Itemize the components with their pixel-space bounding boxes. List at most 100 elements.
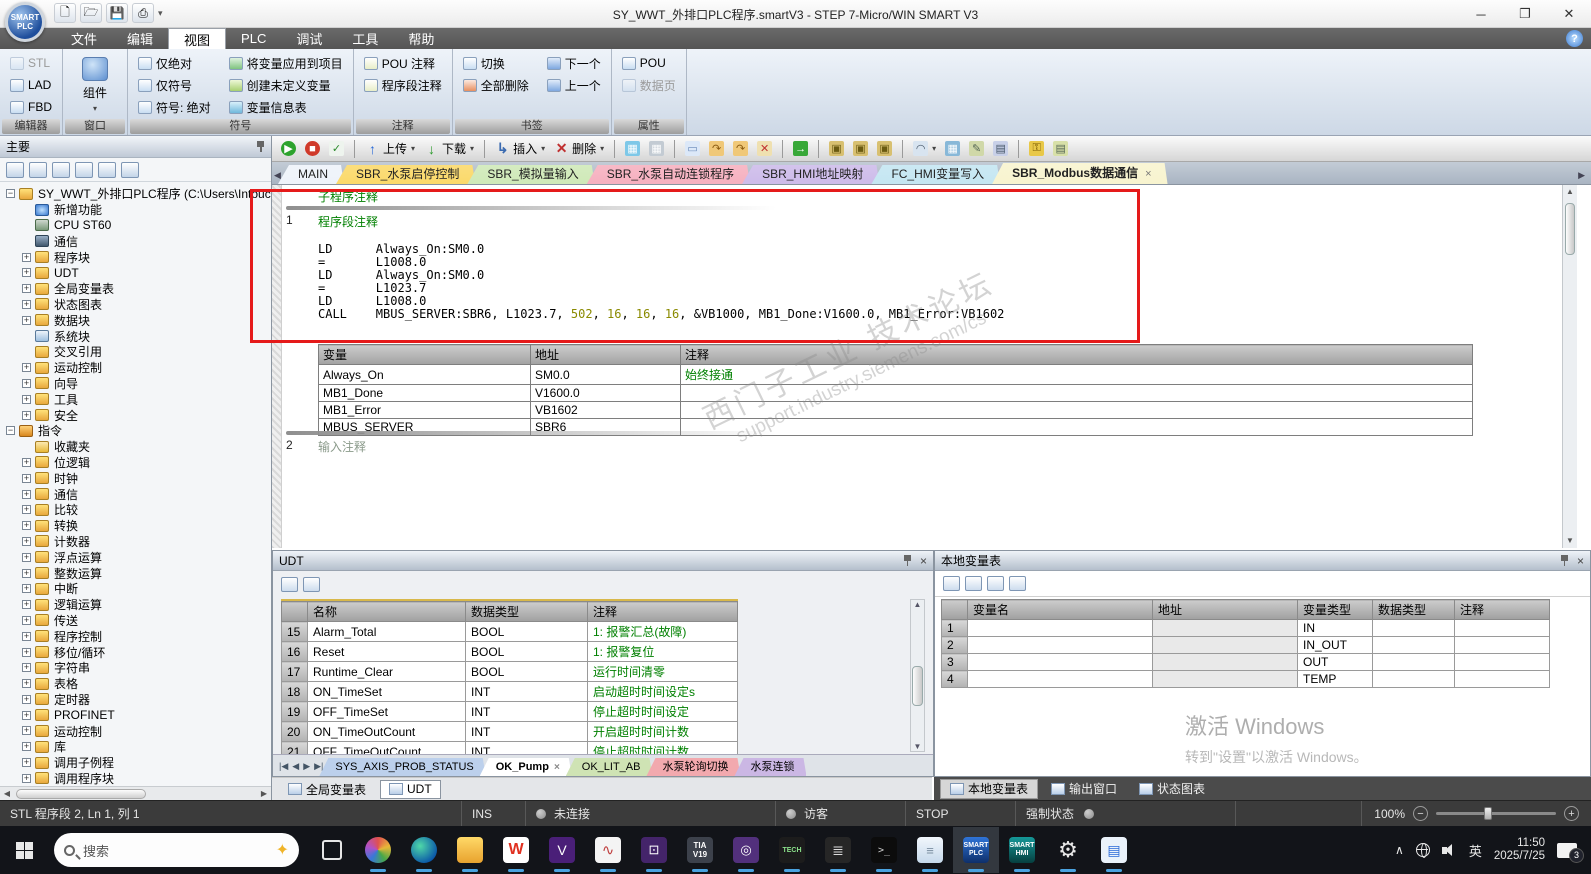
pou-comment-text[interactable]: 子程序注释 xyxy=(318,188,378,205)
restore-button[interactable]: ❐ xyxy=(1503,0,1547,28)
ribbon-button-仅符号[interactable]: 仅符号 xyxy=(134,75,215,95)
expand-icon[interactable]: + xyxy=(22,457,31,467)
expand-icon[interactable]: + xyxy=(22,773,31,783)
ribbon-button-上一个[interactable]: 上一个 xyxy=(543,75,605,95)
sheet-tab-水泵连锁[interactable]: 水泵连锁 xyxy=(734,758,806,776)
expand-icon[interactable]: + xyxy=(22,410,31,420)
tree-item-库[interactable]: + 库 xyxy=(0,739,271,755)
tab-scroll-left-icon[interactable]: ◀ xyxy=(274,170,281,181)
tree-item-工具[interactable]: + 工具 xyxy=(0,391,271,407)
panel-tab-状态图表[interactable]: 状态图表 xyxy=(1130,779,1214,799)
tree-item-交叉引用[interactable]: 交叉引用 xyxy=(0,344,271,360)
ribbon-button-变量信息表[interactable]: 变量信息表 xyxy=(225,97,347,117)
udt-vertical-scrollbar[interactable]: ▲ ▼ xyxy=(910,599,925,752)
expand-icon[interactable]: + xyxy=(22,268,31,278)
tree-item-浮点运算[interactable]: + 浮点运算 xyxy=(0,549,271,565)
tia-v19-icon[interactable]: TIA V19 xyxy=(677,827,723,873)
expand-icon[interactable]: + xyxy=(22,394,31,404)
network-2-comment[interactable]: 输入注释 xyxy=(318,438,366,455)
menu-item-文件[interactable]: 文件 xyxy=(56,28,112,49)
vector-app-icon[interactable]: ◎ xyxy=(723,827,769,873)
minimize-button[interactable]: ─ xyxy=(1459,0,1503,28)
expand-icon[interactable]: + xyxy=(22,536,31,546)
sort-icon[interactable] xyxy=(987,576,1004,591)
settings-gear-icon[interactable]: ⚙ xyxy=(1045,827,1091,873)
tree-item-收藏夹[interactable]: 收藏夹 xyxy=(0,439,271,455)
scroll-right-icon[interactable]: ▶ xyxy=(257,789,271,798)
download-button[interactable]: ↓ 下载 ▾ xyxy=(421,139,477,158)
editor-vertical-scrollbar[interactable]: ▲ ▼ xyxy=(1562,185,1577,548)
sidebar-horizontal-scrollbar[interactable]: ◀ ▶ xyxy=(0,786,271,800)
symbol-view-icon[interactable]: ◠ ▾ xyxy=(910,140,939,157)
smart-hmi-icon[interactable]: SMART HMI xyxy=(999,827,1045,873)
tree-item-调用子例程[interactable]: + 调用子例程 xyxy=(0,755,271,771)
collapse-icon[interactable]: − xyxy=(6,426,15,436)
insert-row-icon[interactable] xyxy=(943,576,960,591)
pou-tab-SBR_水泵自动连锁程序[interactable]: SBR_水泵自动连锁程序 xyxy=(587,165,750,184)
zoom-slider[interactable] xyxy=(1436,807,1556,820)
file-explorer-icon[interactable] xyxy=(447,827,493,873)
lock-add-icon[interactable]: ▣ xyxy=(874,140,895,157)
tree-item-PROFINET[interactable]: + PROFINET xyxy=(0,707,271,723)
ribbon-button-POU 注释[interactable]: POU 注释 xyxy=(360,53,446,73)
menu-item-视图[interactable]: 视图 xyxy=(168,28,227,49)
udt-scroll-thumb[interactable] xyxy=(912,666,923,706)
compile-icon[interactable]: ✓ xyxy=(326,140,347,157)
scroll-down-icon[interactable]: ▼ xyxy=(1563,534,1577,548)
menu-item-编辑[interactable]: 编辑 xyxy=(112,28,168,49)
copilot-sparkle-icon[interactable]: ✦ xyxy=(276,840,289,860)
sheet-tab-OK_LIT_AB[interactable]: OK_LIT_AB xyxy=(566,758,653,776)
stop-icon[interactable]: ■ xyxy=(302,140,323,157)
bookmark-clear-icon[interactable]: ✕ xyxy=(754,140,775,157)
upload-button[interactable]: ↑ 上传 ▾ xyxy=(362,139,418,158)
tree-item-CPU ST60[interactable]: CPU ST60 xyxy=(0,218,271,234)
pou-tab-SBR_HMI地址映射[interactable]: SBR_HMI地址映射 xyxy=(742,165,879,184)
edge-icon[interactable] xyxy=(401,827,447,873)
ribbon-button-POU[interactable]: POU xyxy=(618,53,680,73)
language-indicator[interactable]: 英 xyxy=(1469,841,1482,860)
smart-plc-icon[interactable]: SMART PLC xyxy=(953,827,999,873)
key-icon[interactable]: ⚿ xyxy=(1026,140,1047,157)
ribbon-button-下一个[interactable]: 下一个 xyxy=(543,53,605,73)
local-var-row[interactable]: 1 IN xyxy=(941,619,1550,637)
help-icon[interactable]: ? xyxy=(1566,30,1583,47)
expand-icon[interactable]: + xyxy=(22,505,31,515)
scroll-left-icon[interactable]: ◀ xyxy=(0,789,14,798)
tree-item-系统块[interactable]: 系统块 xyxy=(0,328,271,344)
tree-item-计数器[interactable]: + 计数器 xyxy=(0,534,271,550)
pin-icon[interactable] xyxy=(256,141,265,152)
udt-scroll-up-icon[interactable]: ▲ xyxy=(911,600,924,609)
local-var-row[interactable]: 3 OUT xyxy=(941,653,1550,671)
tree-item-字符串[interactable]: + 字符串 xyxy=(0,660,271,676)
local-var-row[interactable]: 4 TEMP xyxy=(941,670,1550,688)
menu-item-帮助[interactable]: 帮助 xyxy=(393,28,449,49)
tree-item-中断[interactable]: + 中断 xyxy=(0,581,271,597)
audio-tuner-icon[interactable]: ≣ xyxy=(815,827,861,873)
local-var-row[interactable]: 2 IN_OUT xyxy=(941,636,1550,654)
tree-item-运动控制[interactable]: + 运动控制 xyxy=(0,723,271,739)
tree-item-定时器[interactable]: + 定时器 xyxy=(0,692,271,708)
chart-app-icon[interactable]: ∿ xyxy=(585,827,631,873)
expand-icon[interactable]: + xyxy=(22,552,31,562)
tree-item-状态图表[interactable]: + 状态图表 xyxy=(0,297,271,313)
notepad-icon[interactable]: ≡ xyxy=(907,827,953,873)
var-table-row[interactable]: MB1_Done V1600.0 xyxy=(318,384,1473,402)
chart-view-icon[interactable] xyxy=(98,161,116,178)
sheet-first-icon[interactable]: |◀ xyxy=(279,761,288,772)
tree-item-UDT[interactable]: + UDT xyxy=(0,265,271,281)
apply-icon[interactable] xyxy=(1009,576,1026,591)
delete-row-icon[interactable] xyxy=(965,576,982,591)
expand-icon[interactable]: + xyxy=(22,489,31,499)
tree-item-安全[interactable]: + 安全 xyxy=(0,407,271,423)
sheet-last-icon[interactable]: ▶| xyxy=(314,761,323,772)
expand-icon[interactable]: + xyxy=(22,600,31,610)
expand-icon[interactable]: + xyxy=(22,284,31,294)
bookmark-prev-small-icon[interactable]: ↷ xyxy=(730,140,751,157)
tree-item-整数运算[interactable]: + 整数运算 xyxy=(0,565,271,581)
tree-item-调用程序块[interactable]: + 调用程序块 xyxy=(0,770,271,786)
smart-plc-logo[interactable]: SMART PLC xyxy=(5,2,45,42)
add-udt-icon[interactable] xyxy=(281,576,298,592)
tree-item-运动控制[interactable]: + 运动控制 xyxy=(0,360,271,376)
tree-item-位逻辑[interactable]: + 位逻辑 xyxy=(0,455,271,471)
var-table-row[interactable]: Always_On SM0.0 始终接通 xyxy=(318,364,1473,385)
